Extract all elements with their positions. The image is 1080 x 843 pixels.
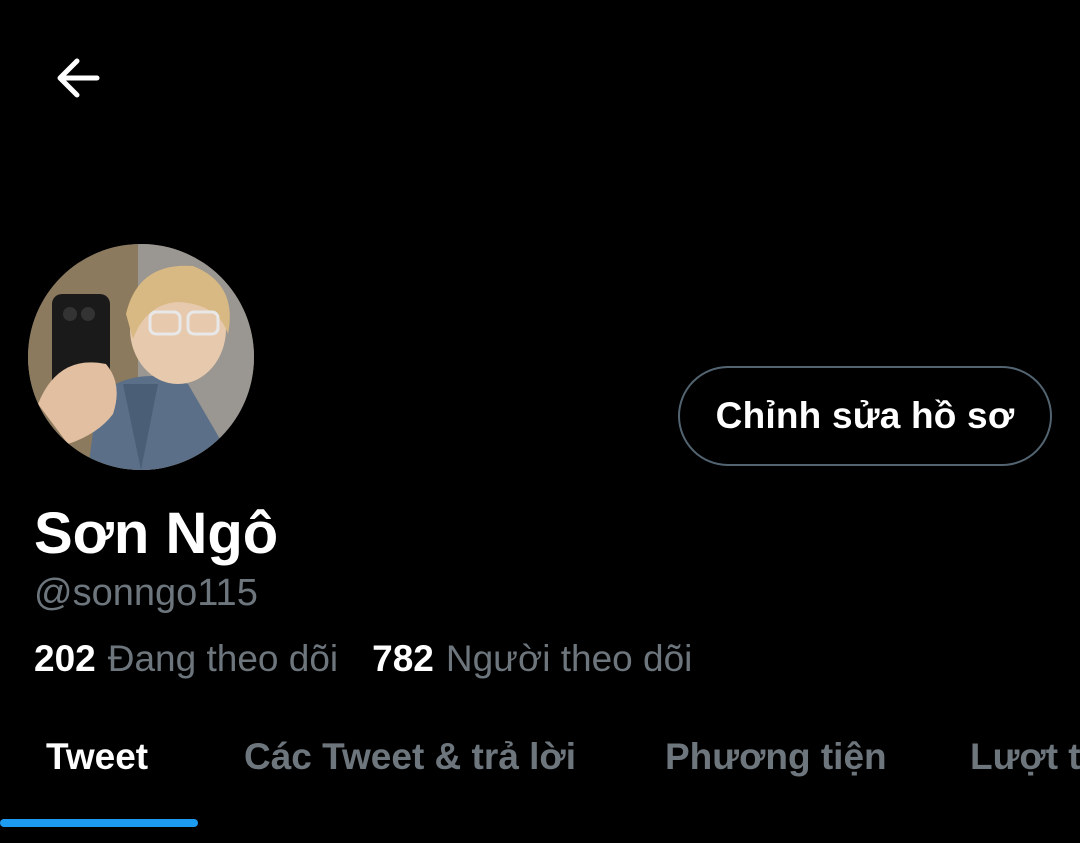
username-handle: @sonngo115: [34, 572, 258, 614]
arrow-left-icon: [53, 53, 103, 108]
following-count: 202: [34, 638, 96, 679]
back-button[interactable]: [46, 50, 110, 110]
follow-stats: 202 Đang theo dõi 782 Người theo dõi: [34, 638, 692, 680]
edit-profile-button[interactable]: Chỉnh sửa hồ sơ: [678, 366, 1052, 466]
profile-tabs: Tweet Các Tweet & trả lời Phương tiện Lư…: [0, 700, 1080, 843]
following-label: Đang theo dõi: [107, 638, 339, 679]
tab-media[interactable]: Phương tiện: [665, 736, 887, 778]
tab-likes[interactable]: Lượt thích: [970, 736, 1080, 778]
profile-screen: Chỉnh sửa hồ sơ Sơn Ngô @sonngo115 202 Đ…: [0, 0, 1080, 843]
tab-tweets-and-replies[interactable]: Các Tweet & trả lời: [244, 736, 576, 778]
tab-tweets[interactable]: Tweet: [46, 736, 148, 778]
active-tab-indicator: [0, 819, 198, 827]
followers-count: 782: [372, 638, 434, 679]
followers-link[interactable]: 782 Người theo dõi: [372, 638, 692, 680]
display-name: Sơn Ngô: [34, 501, 279, 566]
avatar[interactable]: [28, 244, 254, 470]
followers-label: Người theo dõi: [445, 638, 693, 679]
following-link[interactable]: 202 Đang theo dõi: [34, 638, 338, 680]
